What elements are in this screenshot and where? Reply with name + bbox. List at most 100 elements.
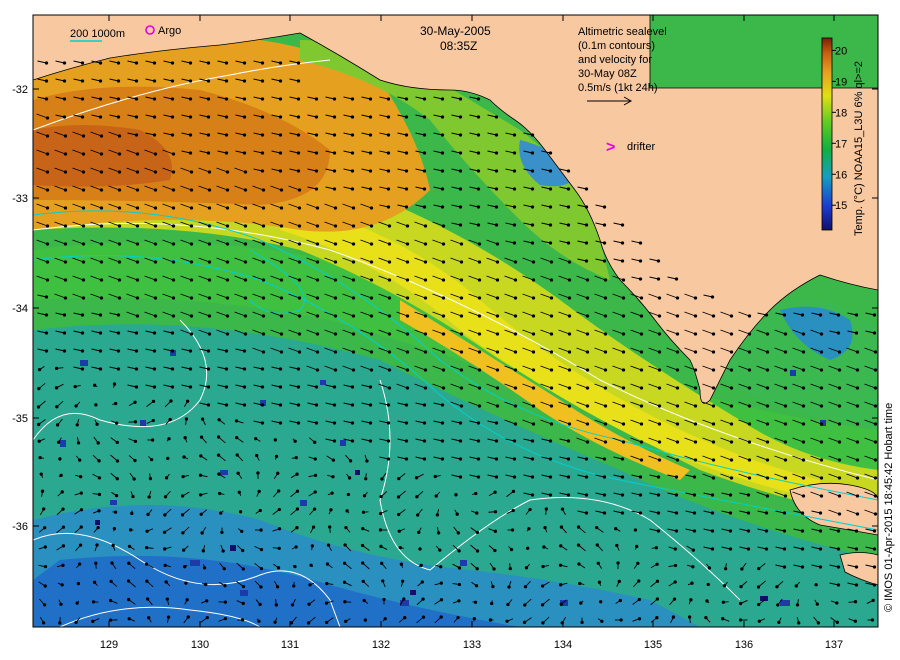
velocity-arrow-head: [207, 314, 212, 318]
velocity-arrow-head: [458, 205, 463, 209]
velocity-arrow-head: [404, 115, 409, 119]
velocity-arrow-head: [620, 493, 625, 497]
velocity-arrow-head: [117, 188, 122, 192]
velocity-arrow-head: [368, 403, 373, 407]
velocity-arrow-head: [475, 530, 479, 535]
velocity-arrow-head: [602, 205, 607, 209]
velocity-arrow-head: [225, 332, 230, 336]
velocity-arrow-head: [351, 332, 356, 336]
velocity-arrow-head: [477, 242, 482, 246]
velocity-arrow-head: [853, 600, 858, 604]
velocity-arrow-head: [602, 475, 607, 479]
velocity-arrow-head: [152, 79, 157, 83]
velocity-arrow-head: [164, 580, 168, 584]
velocity-arrow-head: [459, 386, 464, 390]
velocity-arrow-head: [127, 544, 132, 549]
velocity-arrow-head: [63, 152, 68, 156]
velocity-arrow-head: [747, 422, 752, 426]
velocity-arrow-head: [693, 458, 698, 462]
velocity-arrow-head: [854, 565, 859, 569]
velocity-arrow-head: [801, 422, 806, 426]
velocity-arrow-head: [458, 187, 463, 191]
velocity-arrow-head: [548, 475, 553, 479]
velocity-arrow-head: [260, 115, 265, 119]
velocity-arrow-head: [184, 417, 189, 421]
velocity-arrow-head: [333, 332, 338, 336]
velocity-arrow-head: [79, 475, 83, 479]
velocity-arrow-head: [513, 386, 518, 390]
velocity-arrow-head: [216, 435, 221, 439]
velocity-arrow-head: [527, 527, 531, 531]
velocity-arrow-head: [475, 511, 479, 515]
velocity-arrow-head: [603, 332, 608, 336]
velocity-arrow-head: [675, 332, 680, 336]
velocity-arrow-head: [765, 368, 770, 372]
velocity-arrow-head: [330, 491, 334, 495]
velocity-arrow-head: [163, 563, 167, 568]
velocity-arrow-head: [585, 404, 590, 408]
velocity-arrow-head: [54, 366, 59, 370]
velocity-arrow-head: [380, 477, 384, 481]
velocity-arrow-head: [116, 349, 121, 353]
velocity-arrow-head: [54, 386, 59, 390]
velocity-arrow-head: [495, 314, 500, 318]
velocity-arrow-head: [458, 421, 463, 425]
velocity-arrow-head: [147, 495, 151, 499]
velocity-arrow-head: [531, 350, 536, 354]
velocity-arrow-head: [674, 529, 679, 533]
velocity-arrow-head: [153, 242, 158, 246]
velocity-arrow-head: [296, 367, 301, 371]
velocity-arrow-head: [260, 403, 265, 407]
velocity-arrow-head: [530, 205, 535, 209]
velocity-arrow-head: [170, 349, 175, 353]
velocity-arrow-head: [404, 403, 409, 407]
velocity-arrow-head: [675, 296, 680, 300]
velocity-arrow-head: [164, 476, 169, 480]
velocity-arrow-head: [513, 278, 518, 282]
colorbar-tick-label: 18: [835, 107, 847, 119]
velocity-arrow-head: [475, 549, 480, 553]
velocity-arrow-head: [441, 224, 446, 228]
velocity-arrow-head: [170, 367, 175, 371]
velocity-arrow-head: [873, 386, 878, 390]
velocity-arrow-head: [638, 277, 643, 281]
velocity-arrow-head: [369, 260, 374, 264]
velocity-arrow-head: [439, 615, 443, 619]
velocity-arrow-head: [747, 386, 752, 390]
velocity-arrow-head: [242, 61, 247, 65]
velocity-arrow-head: [421, 597, 425, 601]
velocity-arrow-head: [277, 546, 281, 550]
velocity-arrow-head: [116, 331, 121, 335]
velocity-arrow-head: [332, 97, 337, 101]
velocity-arrow-head: [729, 404, 734, 408]
velocity-arrow-head: [440, 97, 445, 101]
velocity-arrow-head: [241, 601, 245, 606]
velocity-arrow-head: [585, 386, 590, 390]
altimetry-line: (0.1m contours): [578, 40, 655, 52]
lon-tick-label: 136: [735, 639, 753, 651]
velocity-arrow-head: [567, 296, 572, 300]
velocity-arrow-head: [206, 115, 211, 119]
velocity-arrow-head: [44, 349, 49, 353]
velocity-arrow-head: [257, 489, 261, 494]
velocity-arrow-head: [243, 242, 248, 246]
velocity-arrow-head: [295, 526, 299, 530]
velocity-arrow-head: [362, 494, 367, 498]
velocity-arrow-head: [296, 385, 301, 389]
velocity-arrow-head: [135, 278, 140, 282]
velocity-arrow-head: [440, 421, 445, 425]
velocity-arrow-head: [278, 97, 283, 101]
velocity-arrow-head: [297, 350, 302, 354]
velocity-arrow-head: [495, 260, 500, 264]
lon-tick-label: 132: [372, 639, 390, 651]
velocity-arrow-head: [237, 490, 241, 494]
velocity-arrow-head: [329, 508, 333, 512]
velocity-arrow-head: [332, 187, 337, 191]
velocity-arrow-head: [639, 422, 644, 426]
velocity-arrow-head: [63, 296, 68, 300]
velocity-arrow-head: [476, 205, 481, 209]
velocity-arrow-head: [135, 260, 140, 264]
velocity-arrow-head: [333, 278, 338, 282]
velocity-arrow-head: [638, 511, 643, 515]
velocity-arrow-head: [166, 615, 171, 619]
